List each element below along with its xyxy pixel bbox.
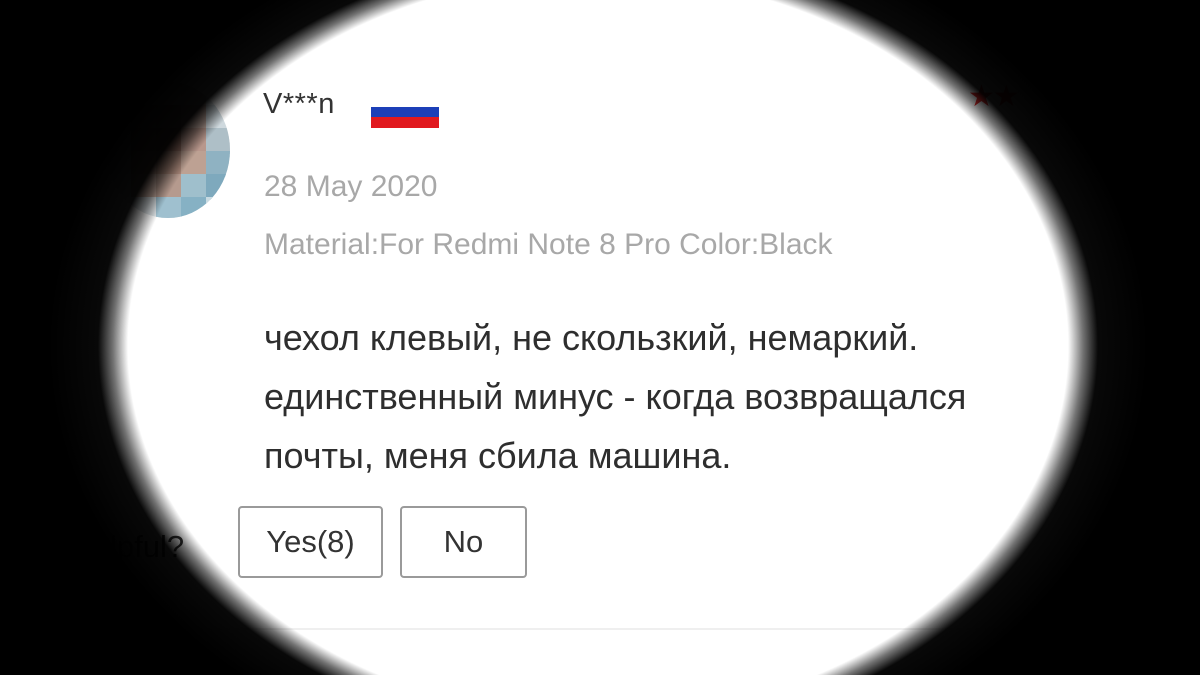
avatar-pixel bbox=[206, 197, 230, 218]
avatar-pixel bbox=[131, 197, 157, 218]
flag-band-red bbox=[371, 117, 439, 128]
screenshot-stage: V***n ★★ 28 May 2020 Material:For Redmi … bbox=[0, 0, 1200, 675]
helpful-label: lpful? bbox=[110, 529, 185, 564]
product-variant: Material:For Redmi Note 8 Pro Color:Blac… bbox=[264, 228, 833, 261]
avatar-pixel bbox=[156, 197, 182, 218]
review-text-line: чехол клевый, не скользкий, немаркий. bbox=[264, 317, 919, 358]
avatar bbox=[106, 82, 230, 218]
review-item: V***n ★★ 28 May 2020 Material:For Redmi … bbox=[0, 0, 1200, 675]
star-rating: ★★ bbox=[968, 80, 1020, 113]
flag-band-blue bbox=[371, 106, 439, 118]
review-text-line: единственный минус - когда возвращался bbox=[264, 376, 967, 417]
flag-band-white bbox=[371, 96, 439, 107]
avatar-pixel bbox=[181, 197, 207, 218]
review-date: 28 May 2020 bbox=[264, 170, 438, 203]
reviewer-name: V***n bbox=[263, 88, 335, 120]
avatar-pixel bbox=[106, 197, 132, 218]
divider bbox=[100, 628, 1100, 630]
review-text-line: почты, меня сбила машина. bbox=[264, 435, 732, 476]
helpful-yes-button[interactable]: Yes(8) bbox=[238, 506, 383, 578]
review-text: чехол клевый, не скользкий, немаркий. ед… bbox=[264, 308, 966, 485]
helpful-no-button[interactable]: No bbox=[400, 506, 527, 578]
russia-flag-icon bbox=[371, 96, 439, 128]
